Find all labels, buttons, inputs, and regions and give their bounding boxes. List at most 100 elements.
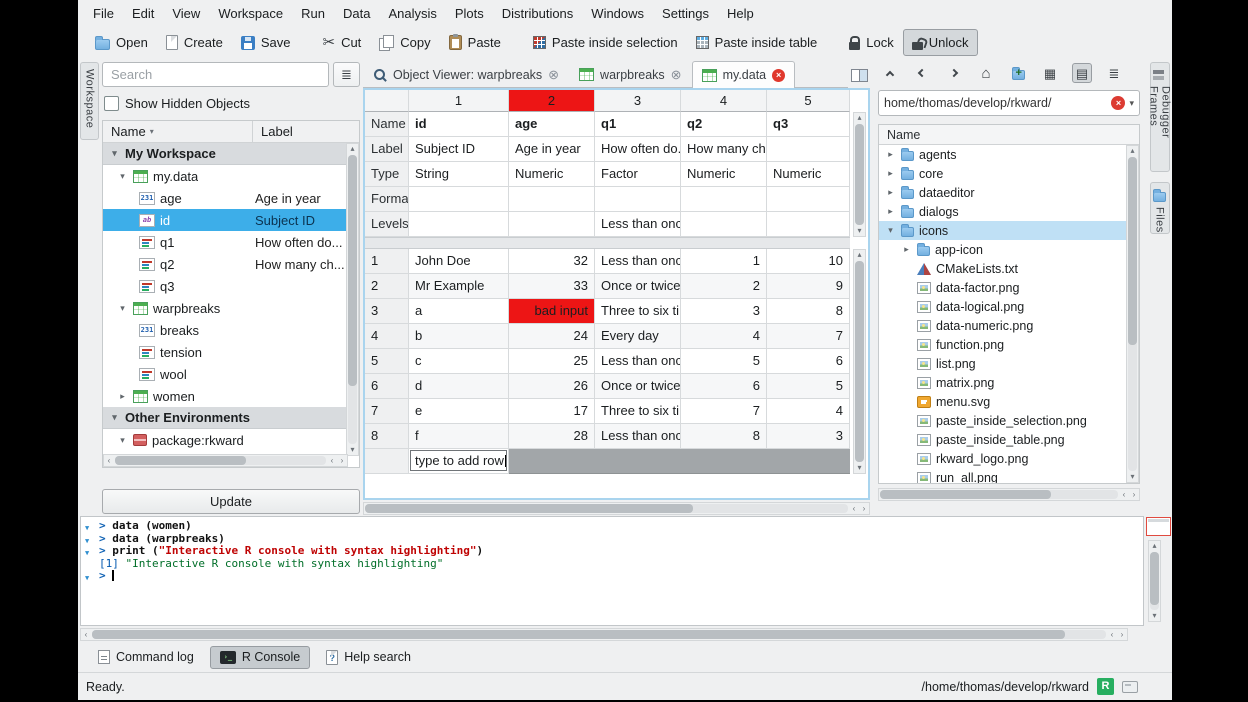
forward-button[interactable] <box>944 63 964 83</box>
scroll-left-icon[interactable]: ‹ <box>327 456 337 466</box>
grid-cell[interactable] <box>767 187 850 212</box>
debugger-frames-tab[interactable]: Debugger Frames <box>1150 62 1170 172</box>
scrollbar-track[interactable] <box>92 630 1106 639</box>
expander-icon[interactable]: ▾ <box>117 435 128 446</box>
metadata-vscrollbar[interactable]: ▴ ▾ <box>853 112 866 237</box>
grid-cell[interactable]: 5 <box>767 374 850 399</box>
scroll-down-icon[interactable]: ▾ <box>1128 472 1138 482</box>
grid-cell[interactable]: 5 <box>681 349 767 374</box>
expander-icon[interactable]: ▾ <box>109 412 120 423</box>
column-header-label[interactable]: Label <box>253 121 301 142</box>
grid-cell[interactable] <box>595 187 681 212</box>
scroll-up-icon[interactable]: ▴ <box>855 250 865 260</box>
column-header-5[interactable]: 5 <box>767 90 850 112</box>
row-header[interactable]: 2 <box>365 274 409 299</box>
path-combobox[interactable]: home/thomas/develop/rkward/ × ▾ <box>878 90 1140 116</box>
grid-cell[interactable]: How often do... <box>595 137 681 162</box>
file-item-rkward-logo-png[interactable]: rkward_logo.png <box>879 449 1126 468</box>
menu-item-plots[interactable]: Plots <box>446 3 493 24</box>
row-header[interactable]: 4 <box>365 324 409 349</box>
grid-cell[interactable]: 3 <box>681 299 767 324</box>
grid-cell[interactable]: Numeric <box>767 162 850 187</box>
scrollbar-track[interactable] <box>855 124 864 225</box>
row-header[interactable]: 1 <box>365 249 409 274</box>
grid-cell[interactable]: 33 <box>509 274 595 299</box>
files-tab[interactable]: Files <box>1150 182 1170 234</box>
grid-cell[interactable]: How many ch... <box>681 137 767 162</box>
toolview-help-search[interactable]: ?Help search <box>316 646 421 669</box>
scroll-down-icon[interactable]: ▾ <box>1150 611 1160 621</box>
workspace-item-my-data[interactable]: ▾my.data <box>103 165 346 187</box>
menu-item-distributions[interactable]: Distributions <box>493 3 583 24</box>
scroll-left-icon[interactable]: ‹ <box>849 504 859 514</box>
scroll-left-icon[interactable]: ‹ <box>1107 630 1117 640</box>
activity-icon[interactable] <box>1122 681 1138 693</box>
expander-icon[interactable]: ▸ <box>885 168 896 179</box>
data-vscrollbar[interactable]: ▴ ▾ <box>853 249 866 474</box>
scrollbar-track[interactable] <box>880 490 1118 499</box>
tab-my-data[interactable]: my.data× <box>692 61 796 88</box>
scrollbar-thumb[interactable] <box>1150 552 1159 605</box>
scrollbar-thumb[interactable] <box>855 261 864 462</box>
expander-icon[interactable]: ▾ <box>885 225 896 236</box>
tab-object-viewer-warpbreaks[interactable]: Object Viewer: warpbreaks⊗ <box>363 61 569 87</box>
grid-cell[interactable]: 7 <box>767 324 850 349</box>
row-header[interactable]: 5 <box>365 349 409 374</box>
file-item-menu-svg[interactable]: menu.svg <box>879 392 1126 411</box>
grid-cell[interactable]: e <box>409 399 509 424</box>
grid-cell[interactable]: 17 <box>509 399 595 424</box>
expander-icon[interactable]: ▾ <box>117 171 128 182</box>
column-header-3[interactable]: 3 <box>595 90 681 112</box>
lock-button[interactable]: Lock <box>840 29 902 56</box>
row-header[interactable]: 8 <box>365 424 409 449</box>
scroll-left-icon[interactable]: ‹ <box>104 456 114 466</box>
workspace-section-other-environments[interactable]: ▾Other Environments <box>103 407 346 429</box>
unlock-button[interactable]: Unlock <box>903 29 978 56</box>
file-item-function-png[interactable]: function.png <box>879 335 1126 354</box>
grid-cell[interactable]: 7 <box>681 399 767 424</box>
grid-cell[interactable] <box>681 212 767 237</box>
scroll-right-icon[interactable]: › <box>1117 630 1127 640</box>
save-button[interactable]: Save <box>232 29 300 56</box>
grid-cell[interactable]: 26 <box>509 374 595 399</box>
column-header-4[interactable]: 4 <box>681 90 767 112</box>
file-item-data-logical-png[interactable]: data-logical.png <box>879 297 1126 316</box>
grid-cell[interactable] <box>409 212 509 237</box>
toolview-command-log[interactable]: Command log <box>88 646 204 669</box>
expander-icon[interactable]: ▸ <box>117 391 128 402</box>
workspace-item-wool[interactable]: wool <box>103 363 346 385</box>
workspace-item-age[interactable]: 231ageAge in year <box>103 187 346 209</box>
grid-cell[interactable]: Once or twice... <box>595 374 681 399</box>
workspace-item-q2[interactable]: q2How many ch... <box>103 253 346 275</box>
workspace-item-women[interactable]: ▸women <box>103 385 346 407</box>
scrollbar-thumb[interactable] <box>92 630 1065 639</box>
grid-cell[interactable]: 24 <box>509 324 595 349</box>
file-item-paste-inside-table-png[interactable]: paste_inside_table.png <box>879 430 1126 449</box>
expander-icon[interactable]: ▸ <box>901 244 912 255</box>
configure-columns-button[interactable]: ≣ <box>333 62 360 87</box>
file-item-agents[interactable]: ▸agents <box>879 145 1126 164</box>
update-button[interactable]: Update <box>102 489 360 514</box>
scrollbar-track[interactable] <box>348 155 357 444</box>
toolview-r-console[interactable]: ›_R Console <box>210 646 310 669</box>
grid-cell[interactable] <box>509 187 595 212</box>
scrollbar-thumb[interactable] <box>365 504 693 513</box>
grid-cell[interactable]: q2 <box>681 112 767 137</box>
scroll-down-icon[interactable]: ▾ <box>855 226 865 236</box>
file-item-icons[interactable]: ▾icons <box>879 221 1126 240</box>
scrollbar-track[interactable] <box>115 456 326 465</box>
cut-button[interactable]: ✂Cut <box>313 29 370 56</box>
menu-item-analysis[interactable]: Analysis <box>379 3 445 24</box>
menu-item-settings[interactable]: Settings <box>653 3 718 24</box>
scrollbar-track[interactable] <box>365 504 848 513</box>
scrollbar-thumb[interactable] <box>855 124 864 225</box>
grid-cell[interactable]: Age in year <box>509 137 595 162</box>
show-hidden-checkbox[interactable] <box>104 96 119 111</box>
grid-cell[interactable]: bad input <box>509 299 595 324</box>
console-hscrollbar[interactable]: ‹ ‹ › <box>80 628 1128 641</box>
grid-cell[interactable]: Three to six ti... <box>595 299 681 324</box>
file-item-run-all-png[interactable]: run_all.png <box>879 468 1126 483</box>
workspace-item-package-rkward[interactable]: ▾package:rkward <box>103 429 346 451</box>
grid-cell[interactable]: d <box>409 374 509 399</box>
paste-button[interactable]: Paste <box>440 29 510 56</box>
